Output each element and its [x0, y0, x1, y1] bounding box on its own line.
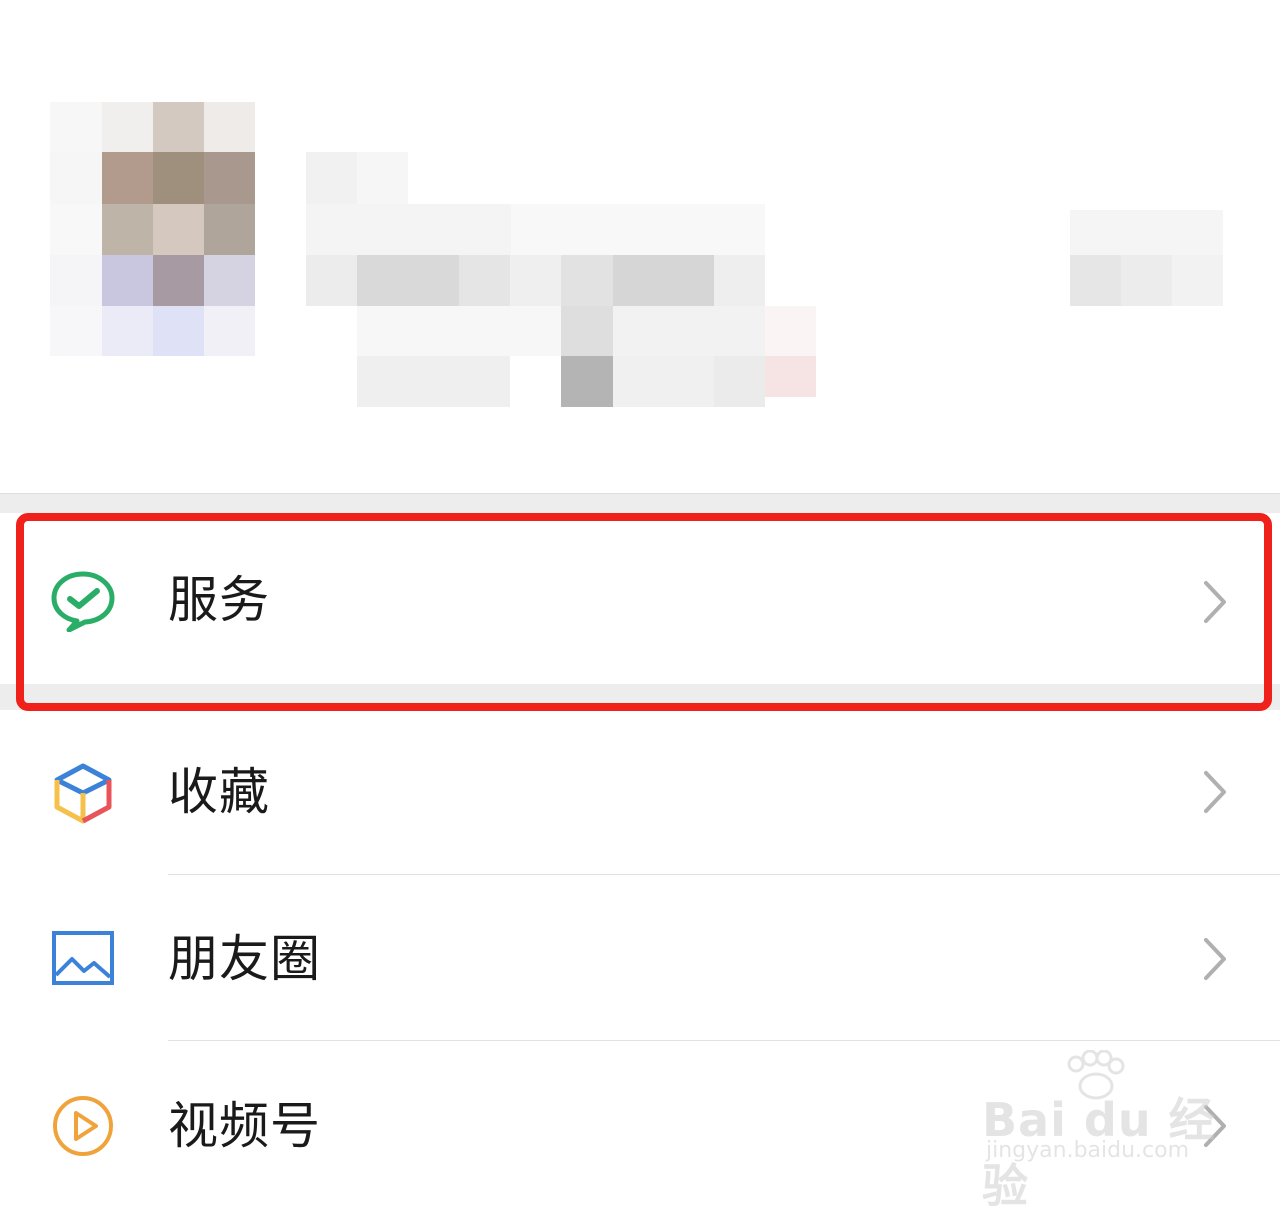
chevron-right-icon — [1204, 771, 1226, 813]
moments-picture-icon — [52, 931, 114, 985]
profile-header[interactable] — [0, 0, 1280, 493]
menu-item-moments[interactable]: 朋友圈 — [0, 875, 1280, 1040]
annotation-highlight-box — [16, 513, 1272, 711]
menu-item-label: 视频号 — [168, 1097, 321, 1155]
baidu-jingyan-watermark: Bai du 经验 jingyan.baidu.com — [982, 1050, 1222, 1213]
section-gap — [0, 493, 1280, 513]
menu-item-label: 收藏 — [168, 763, 270, 821]
menu-item-label: 朋友圈 — [168, 930, 321, 988]
chevron-right-icon — [1204, 938, 1226, 980]
channels-play-icon — [53, 1096, 113, 1156]
menu-item-favorites[interactable]: 收藏 — [0, 710, 1280, 874]
favorites-cube-icon — [54, 763, 112, 824]
watermark-url: jingyan.baidu.com — [986, 1138, 1190, 1163]
